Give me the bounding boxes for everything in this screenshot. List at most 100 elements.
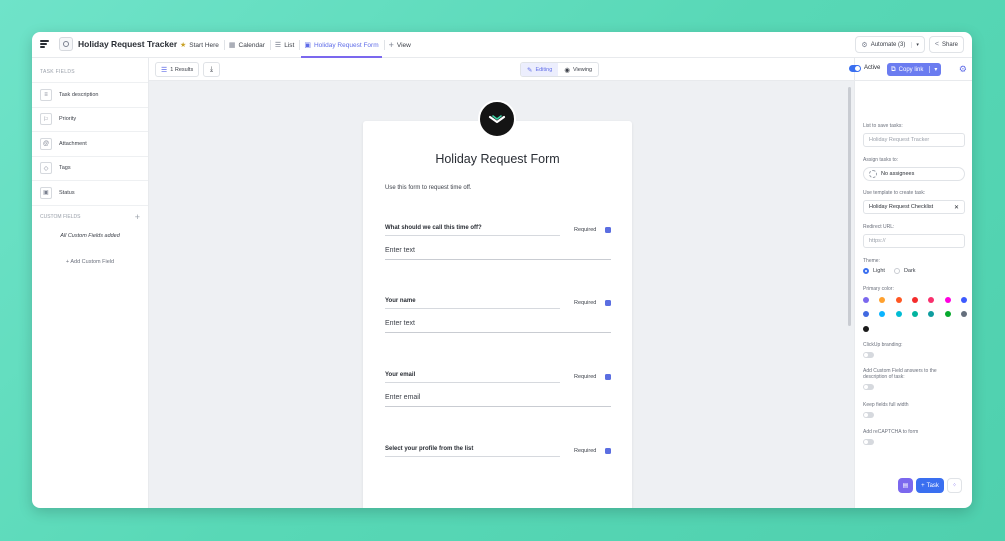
flag-icon: ⚐ [40,113,52,126]
viewing-tab[interactable]: ◉ Viewing [558,63,598,76]
field-label[interactable]: What should we call this time off? [385,225,560,236]
active-toggle[interactable] [849,65,861,72]
color-swatch[interactable] [928,311,935,317]
field-input[interactable]: Enter text [385,247,611,260]
color-swatch[interactable] [863,326,869,332]
color-swatch[interactable] [944,311,951,317]
list-title: Holiday Request Tracker [78,39,178,49]
tab-label: Holiday Request Form [313,41,379,49]
menu-icon[interactable] [40,40,49,48]
color-swatch[interactable] [928,297,935,303]
color-swatch[interactable] [960,297,967,303]
automate-button[interactable]: ⚙ Automate (3) ▾ [855,36,925,53]
required-checkbox[interactable] [605,300,611,306]
tab-start-here[interactable]: ★ Start Here [175,32,224,58]
color-swatch[interactable] [863,297,869,303]
chevron-down-icon[interactable]: ▾ [929,66,937,73]
required-label: Required [574,374,597,380]
sidebar-item-priority[interactable]: ⚐ Priority [32,106,148,132]
sidebar-item-attachment[interactable]: @ Attachment [32,131,148,156]
color-swatch[interactable] [911,297,918,303]
tab-label: Start Here [189,41,219,49]
color-swatch[interactable] [895,297,902,303]
field-label[interactable]: Your name [385,298,560,309]
all-custom-fields-added: All Custom Fields added [60,232,120,239]
sidebar-item-status[interactable]: ▣ Status [32,180,148,205]
theme-dark-label: Dark [903,268,916,274]
paperclip-icon: @ [40,137,52,150]
color-swatch[interactable] [960,311,967,317]
top-bar: Holiday Request Tracker ★ Start Here ▦ C… [32,32,972,58]
branding-label: ClickUp branding: [863,342,903,348]
required-checkbox[interactable] [605,227,611,233]
new-task-button[interactable]: + Task [916,478,944,493]
field-input[interactable]: Enter text [385,320,611,333]
branding-toggle[interactable] [863,352,874,358]
form-logo[interactable] [478,100,516,138]
custom-answers-toggle[interactable] [863,384,874,390]
primary-color-label: Primary color: [863,286,894,292]
task-fields-heading: TASK FIELDS [40,69,75,75]
theme-options: Light Dark [863,268,916,274]
fields-sidebar: TASK FIELDS ≡ Task description ⚐ Priorit… [32,58,149,508]
apps-grid-icon[interactable]: ⁘ [947,478,962,493]
download-icon[interactable]: ⤓ [203,62,220,77]
editing-tab[interactable]: ✎ Editing [521,63,559,76]
form-settings-panel: Active ⧉ Copy link ▾ ⚙ List to save task… [849,58,972,508]
add-custom-field-link[interactable]: + Add Custom Field [32,259,148,265]
mode-toggle: ✎ Editing ◉ Viewing [520,62,600,77]
color-swatch[interactable] [863,311,869,317]
tag-icon: ◇ [40,162,52,175]
theme-dark-radio[interactable] [893,268,900,274]
field-input[interactable]: Enter email [385,394,611,407]
color-swatch[interactable] [879,297,886,303]
tab-label: List [284,41,295,49]
canvas-scrollbar[interactable] [848,87,851,326]
color-swatch[interactable] [911,311,918,317]
color-swatch[interactable] [895,311,902,317]
required-checkbox[interactable] [605,374,611,380]
notepad-icon[interactable]: ▤ [898,478,913,493]
tab-label: Calendar [238,41,265,49]
share-button[interactable]: < Share [928,36,964,53]
list-to-save-input[interactable]: Holiday Request Tracker [863,133,965,147]
template-select[interactable]: Holiday Request Checklist ✕ [863,200,965,214]
results-button[interactable]: ☰ 1 Results [155,62,200,77]
tab-label: View [396,41,411,49]
color-swatch[interactable] [944,297,951,303]
required-checkbox[interactable] [605,448,611,454]
gear-icon[interactable]: ⚙ [959,64,967,75]
avatar-placeholder-icon [869,170,877,178]
add-custom-field-icon[interactable]: + [135,212,140,222]
theme-label: Theme: [863,258,880,264]
list-settings-icon[interactable] [59,37,73,51]
theme-light-radio[interactable] [863,268,869,274]
redirect-url-input[interactable]: https:// [863,234,965,248]
full-width-label: Keep fields full width [863,402,909,408]
sidebar-item-tags[interactable]: ◇ Tags [32,155,148,181]
star-icon: ★ [180,42,187,49]
required-label: Required [574,448,597,454]
status-icon: ▣ [40,186,52,199]
tab-holiday-request-form[interactable]: ▣ Holiday Request Form [299,32,383,58]
recaptcha-toggle[interactable] [863,439,874,445]
color-swatch[interactable] [879,311,886,317]
field-label[interactable]: Select your profile from the list [385,446,560,457]
field-label[interactable]: Your email [385,372,560,383]
copy-link-button[interactable]: ⧉ Copy link ▾ [887,63,942,76]
assignees-select[interactable]: No assignees [863,167,965,181]
full-width-toggle[interactable] [863,412,874,418]
redirect-url-label: Redirect URL: [863,224,895,230]
assign-tasks-label: Assign tasks to: [863,157,899,163]
form-title[interactable]: Holiday Request Form [363,152,632,166]
form-description[interactable]: Use this form to request time off. [385,185,472,191]
tab-add-view[interactable]: + View [383,32,416,58]
tab-list[interactable]: ☰ List [269,32,299,58]
floating-actions: ▤ + Task ⁘ [898,478,962,493]
close-icon[interactable]: ✕ [954,204,959,211]
color-swatches-row [863,311,967,317]
chevron-down-icon: ▾ [911,41,919,48]
tab-calendar[interactable]: ▦ Calendar [223,32,270,58]
sidebar-item-task-description[interactable]: ≡ Task description [32,82,148,107]
text-icon: ≡ [40,88,52,101]
